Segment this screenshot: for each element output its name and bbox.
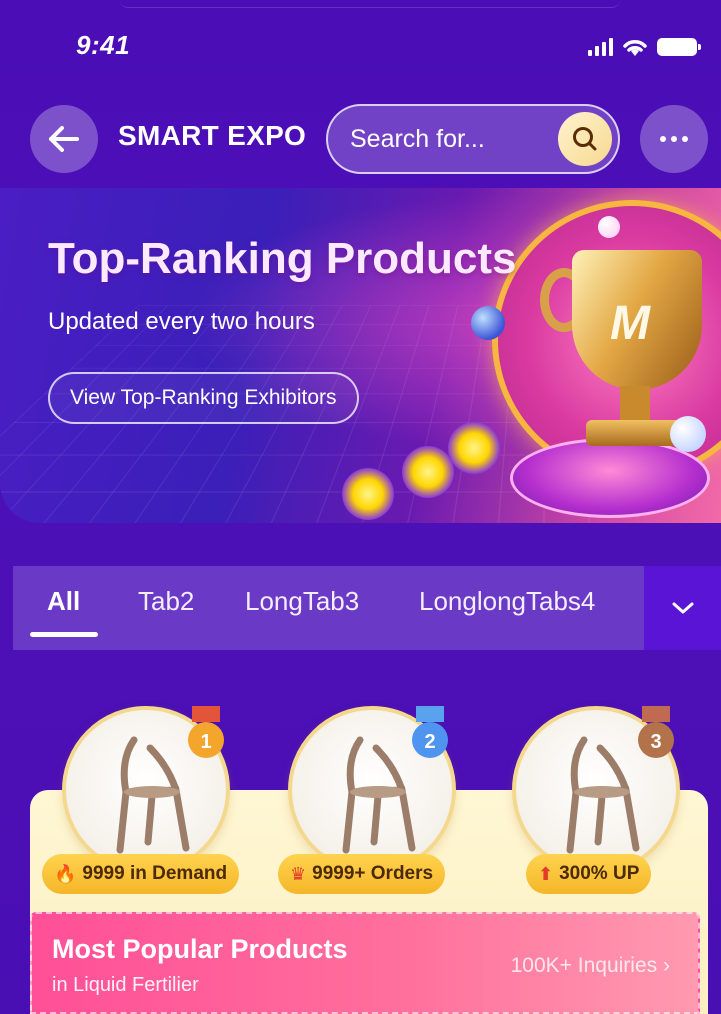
popular-title: Most Popular Products <box>52 934 348 964</box>
status-time: 9:41 <box>76 30 131 60</box>
gold-medal-icon: 1 <box>188 706 224 758</box>
bronze-medal-icon: 3 <box>638 706 674 758</box>
back-button[interactable] <box>30 105 98 173</box>
sphere-decoration <box>670 416 706 452</box>
device-notch <box>120 0 620 8</box>
tabs-expand-button[interactable] <box>644 566 721 650</box>
growth-badge: ⬆ 300% UP <box>526 854 652 894</box>
tab-longlongtabs4[interactable]: LonglongTabs4 <box>419 586 595 617</box>
search-icon <box>573 127 597 151</box>
inquiries-count: 100K+ Inquiries <box>510 954 658 977</box>
sphere-decoration <box>471 306 505 340</box>
badge-text: 9999+ Orders <box>312 863 434 884</box>
tab-all[interactable]: All <box>47 586 80 617</box>
banner-subtitle: Updated every two hours <box>48 308 315 335</box>
more-dot-icon <box>660 136 666 142</box>
banner-title: Top-Ranking Products <box>48 234 517 283</box>
badge-text: 9999 in Demand <box>82 863 228 884</box>
wifi-icon <box>623 40 647 56</box>
more-options-button[interactable] <box>640 105 708 173</box>
view-exhibitors-button[interactable]: View Top-Ranking Exhibitors <box>48 372 359 424</box>
chevron-right-icon: › <box>663 954 670 977</box>
sphere-decoration <box>598 216 620 238</box>
demand-badge: 🔥 9999 in Demand <box>42 854 240 894</box>
arrow-left-icon <box>49 126 79 152</box>
svg-text:1: 1 <box>200 731 211 753</box>
orders-badge: ♛ 9999+ Orders <box>278 854 446 894</box>
flame-icon: 🔥 <box>54 864 77 884</box>
more-dot-icon <box>671 136 677 142</box>
top-ranking-banner[interactable]: M Top-Ranking Products Updated every two… <box>0 188 721 523</box>
active-tab-indicator <box>30 632 98 637</box>
signal-icon <box>588 38 613 56</box>
popular-subtitle: in Liquid Fertilier <box>52 974 199 996</box>
silver-medal-icon: 2 <box>412 706 448 758</box>
badge-text: 300% UP <box>559 863 640 884</box>
status-icons <box>588 36 701 58</box>
category-tabs: All Tab2 LongTab3 LonglongTabs4 <box>13 566 721 650</box>
up-arrow-icon: ⬆ <box>538 864 554 884</box>
app-screen: 9:41 SMART EXPO Search for... M Top-Rank… <box>0 0 721 1014</box>
page-title: SMART EXPO <box>118 120 307 151</box>
most-popular-banner[interactable]: Most Popular Products in Liquid Fertilie… <box>30 912 700 1014</box>
battery-icon <box>657 38 701 56</box>
tab-longtab3[interactable]: LongTab3 <box>245 586 359 617</box>
more-dot-icon <box>682 136 688 142</box>
inquiries-link[interactable]: 100K+ Inquiries › <box>511 954 670 978</box>
search-input[interactable]: Search for... <box>350 125 558 154</box>
crown-icon: ♛ <box>290 864 307 884</box>
svg-text:2: 2 <box>424 731 435 753</box>
search-bar[interactable]: Search for... <box>326 104 620 174</box>
chevron-down-icon <box>672 602 693 614</box>
trophy-logo: M <box>610 297 650 350</box>
search-button[interactable] <box>558 112 612 166</box>
svg-text:3: 3 <box>650 731 661 753</box>
spotlight-decoration <box>322 422 502 520</box>
tab-tab2[interactable]: Tab2 <box>138 586 194 617</box>
